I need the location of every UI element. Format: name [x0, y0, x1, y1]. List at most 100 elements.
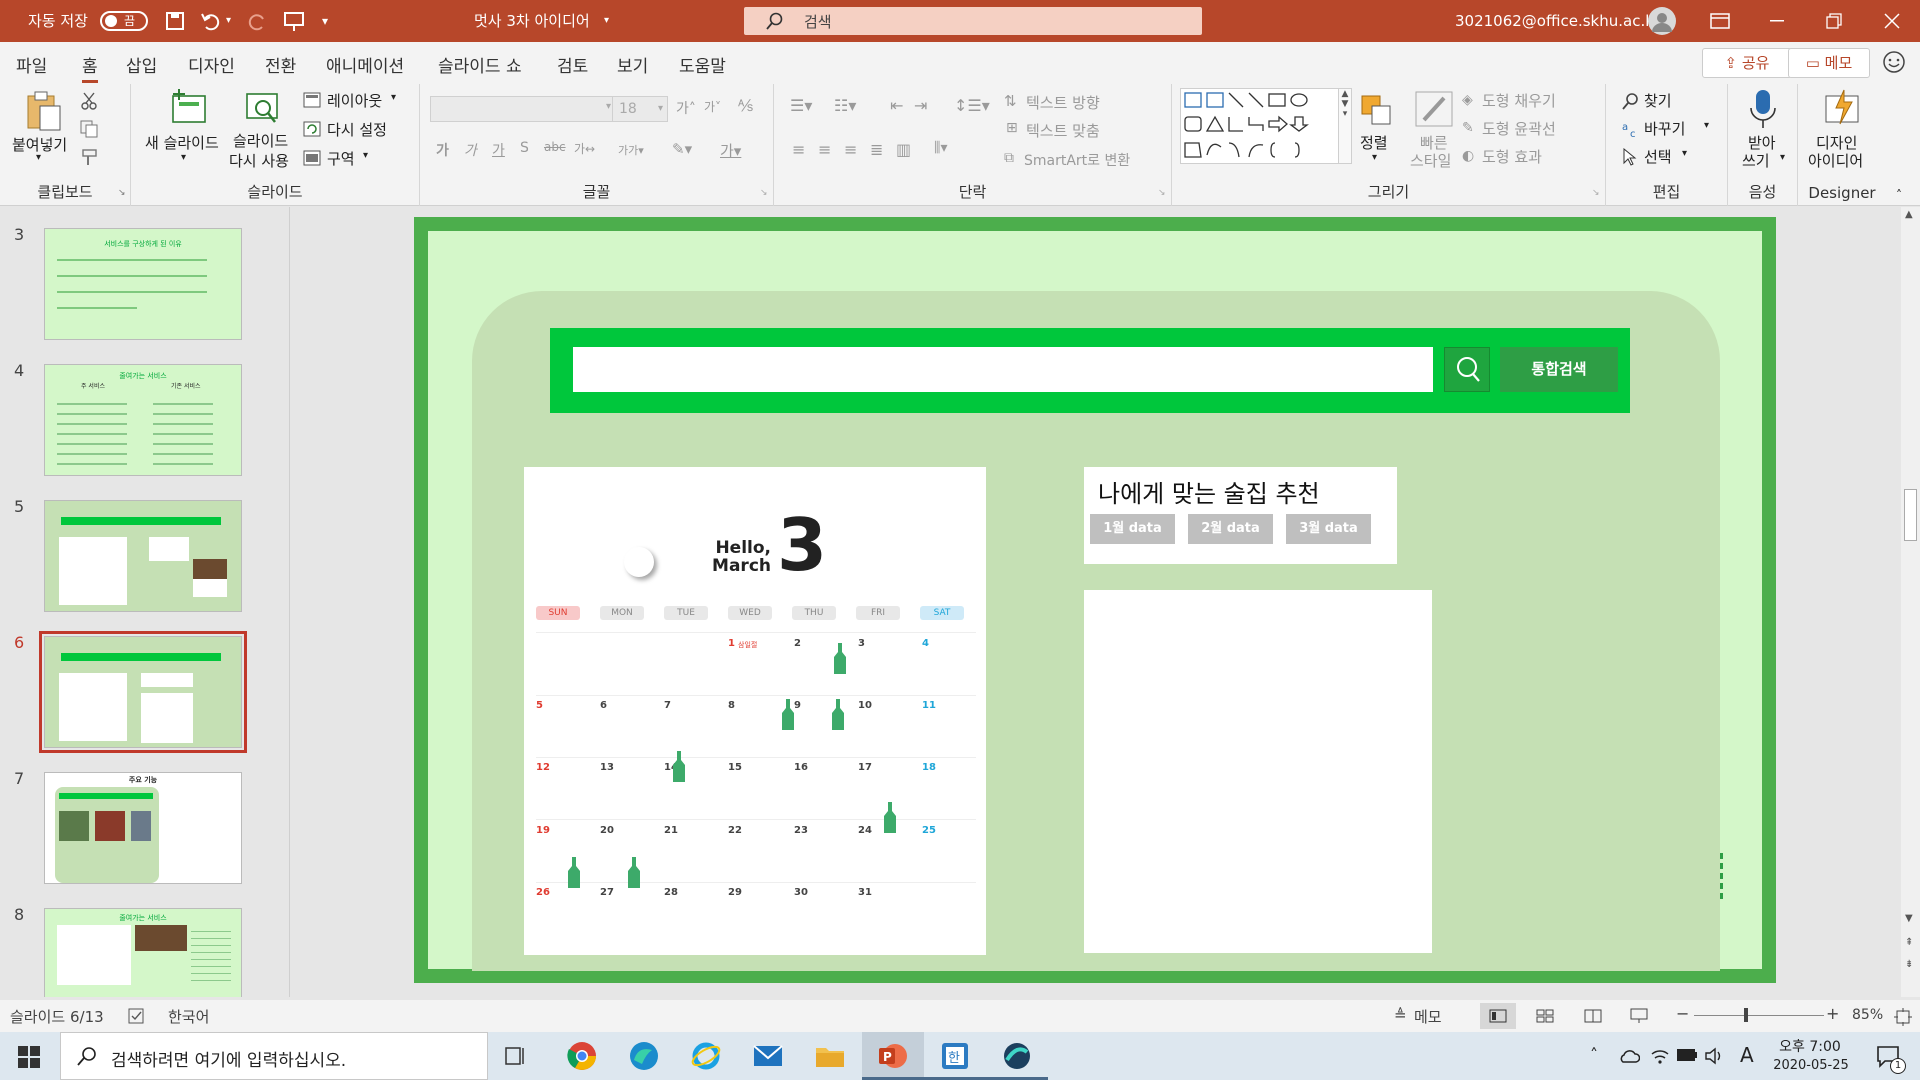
close-icon[interactable] — [1884, 13, 1900, 29]
tab-help[interactable]: 도움말 — [679, 52, 726, 77]
show-hidden-icons-icon[interactable]: ˄ — [1590, 1045, 1598, 1064]
numbering-icon[interactable]: ☷▾ — [834, 96, 856, 115]
shapes-scroll[interactable]: ▲ ▼ ▾ — [1338, 88, 1352, 164]
dictate-label-2[interactable]: 쓰기 — [1742, 150, 1770, 171]
smartart-icon[interactable]: ⧉ — [1004, 150, 1014, 166]
zoom-level[interactable]: 85% — [1852, 1007, 1883, 1023]
zoom-out-icon[interactable]: − — [1676, 1004, 1689, 1023]
reuse-slides-label-1[interactable]: 슬라이드 — [233, 130, 288, 151]
internet-explorer-icon[interactable] — [690, 1040, 722, 1072]
notes-button[interactable]: 메모 — [1414, 1006, 1442, 1027]
font-size-select[interactable]: 18 ▾ — [612, 96, 668, 122]
decrease-indent-icon[interactable]: ⇤ — [890, 96, 903, 115]
previous-slide-icon[interactable]: ⇞ — [1905, 937, 1913, 948]
accessibility-check-icon[interactable] — [128, 1008, 146, 1024]
slide-thumbnail-8[interactable]: 줄여가는 서비스 — [44, 908, 242, 997]
battery-icon[interactable] — [1676, 1048, 1698, 1062]
tab-home[interactable]: 홈 — [82, 52, 98, 83]
slide-search-button[interactable] — [1444, 347, 1490, 392]
shape-outline-label[interactable]: 도형 윤곽선 — [1482, 118, 1556, 139]
dictate-dropdown-icon[interactable]: ▾ — [1780, 152, 1785, 163]
collapse-ribbon-icon[interactable]: ˄ — [1896, 188, 1902, 202]
find-icon[interactable] — [1622, 92, 1640, 110]
save-icon[interactable] — [165, 11, 185, 31]
arrange-label[interactable]: 정렬 — [1360, 132, 1388, 153]
layout-icon[interactable] — [303, 92, 321, 108]
clock-time[interactable]: 오후 7:00 — [1774, 1036, 1846, 1056]
align-text-icon[interactable]: ⊞ — [1006, 120, 1018, 136]
integrated-search-button[interactable]: 통합검색 — [1500, 347, 1618, 392]
increase-indent-icon[interactable]: ⇥ — [914, 96, 927, 115]
file-explorer-icon[interactable] — [814, 1040, 846, 1072]
drawing-launcher-icon[interactable]: ↘ — [1592, 188, 1600, 198]
clear-formatting-icon[interactable]: ⅍ — [738, 96, 753, 116]
shape-effects-icon[interactable]: ◐ — [1462, 148, 1474, 164]
powerpoint-taskbar-button[interactable]: P — [862, 1032, 924, 1080]
windows-start-icon[interactable] — [18, 1046, 40, 1068]
quick-styles-label-2[interactable]: 스타일 — [1410, 150, 1451, 171]
volume-icon[interactable] — [1704, 1046, 1724, 1066]
cut-icon[interactable] — [80, 92, 98, 110]
undo-dropdown-icon[interactable]: ▾ — [226, 0, 231, 42]
shadow-icon[interactable]: S — [520, 140, 529, 156]
shape-effects-label[interactable]: 도형 효과 — [1482, 146, 1542, 167]
scroll-thumb[interactable] — [1904, 489, 1917, 541]
paste-dropdown-icon[interactable]: ▾ — [36, 152, 41, 163]
paste-icon[interactable] — [24, 90, 64, 132]
redo-icon[interactable] — [246, 11, 268, 31]
ime-indicator[interactable]: A — [1740, 1043, 1754, 1067]
align-center-icon[interactable]: ≡ — [818, 140, 831, 159]
section-icon[interactable] — [303, 150, 321, 166]
tab-file[interactable]: 파일 — [16, 52, 47, 77]
layout-label[interactable]: 레이아웃 — [327, 90, 382, 111]
january-data-button[interactable]: 1월 data — [1090, 514, 1175, 544]
reset-label[interactable]: 다시 설정 — [327, 119, 387, 140]
fit-to-window-icon[interactable] — [1894, 1008, 1912, 1026]
zoom-in-icon[interactable]: + — [1826, 1004, 1839, 1023]
wifi-icon[interactable] — [1650, 1046, 1670, 1066]
shapes-gallery[interactable] — [1180, 88, 1340, 164]
replace-label[interactable]: 바꾸기 — [1644, 118, 1685, 139]
spacing-icon[interactable]: 가↔ — [574, 140, 595, 157]
replace-dropdown-icon[interactable]: ▾ — [1704, 120, 1709, 131]
february-data-button[interactable]: 2월 data — [1188, 514, 1273, 544]
distributed-icon[interactable]: ▥ — [896, 140, 911, 159]
increase-font-icon[interactable]: 가˄ — [676, 98, 696, 118]
next-slide-icon[interactable]: ⇟ — [1905, 959, 1913, 970]
tab-slideshow[interactable]: 슬라이드 쇼 — [438, 52, 522, 77]
onedrive-cloud-icon[interactable] — [1618, 1048, 1640, 1064]
account-email[interactable]: 3021062@office.skhu.ac.kr — [1455, 0, 1660, 42]
section-dropdown-icon[interactable]: ▾ — [363, 150, 368, 161]
app-taskbar-button[interactable] — [986, 1032, 1048, 1080]
task-view-icon[interactable] — [504, 1044, 536, 1076]
comments-button[interactable]: ▭ 메모 — [1788, 48, 1870, 78]
strikethrough-icon[interactable]: abc — [544, 140, 566, 154]
scroll-up-icon[interactable]: ▲ — [1905, 209, 1913, 220]
text-direction-icon[interactable]: ⇅ — [1004, 92, 1017, 110]
language-indicator[interactable]: 한국어 — [168, 1006, 209, 1027]
smartart-label[interactable]: SmartArt로 변환 — [1024, 150, 1130, 170]
clipboard-launcher-icon[interactable]: ↘ — [118, 188, 126, 198]
march-data-button[interactable]: 3월 data — [1286, 514, 1371, 544]
find-label[interactable]: 찾기 — [1644, 90, 1672, 111]
slide-search-input[interactable] — [573, 347, 1433, 392]
layout-dropdown-icon[interactable]: ▾ — [391, 92, 396, 103]
copy-icon[interactable] — [80, 120, 98, 138]
tab-view[interactable]: 보기 — [617, 52, 648, 77]
design-ideas-label-2[interactable]: 아이디어 — [1808, 150, 1863, 171]
select-dropdown-icon[interactable]: ▾ — [1682, 148, 1687, 159]
mail-icon[interactable] — [752, 1040, 784, 1072]
slide-sorter-icon[interactable] — [1536, 1009, 1554, 1023]
tab-transitions[interactable]: 전환 — [265, 52, 296, 77]
slideshow-view-icon[interactable] — [1630, 1008, 1648, 1024]
change-case-icon[interactable]: 가가▾ — [618, 142, 644, 158]
minimize-icon[interactable] — [1770, 20, 1784, 22]
font-launcher-icon[interactable]: ↘ — [760, 188, 768, 198]
align-left-icon[interactable]: ≡ — [792, 140, 805, 159]
font-family-select[interactable]: ▾ — [430, 96, 616, 122]
tab-animations[interactable]: 애니메이션 — [326, 52, 404, 77]
reuse-slides-icon[interactable] — [243, 90, 283, 128]
paragraph-launcher-icon[interactable]: ↘ — [1158, 188, 1166, 198]
shape-outline-icon[interactable]: ✎ — [1462, 120, 1474, 136]
text-direction-label[interactable]: 텍스트 방향 — [1026, 92, 1100, 113]
